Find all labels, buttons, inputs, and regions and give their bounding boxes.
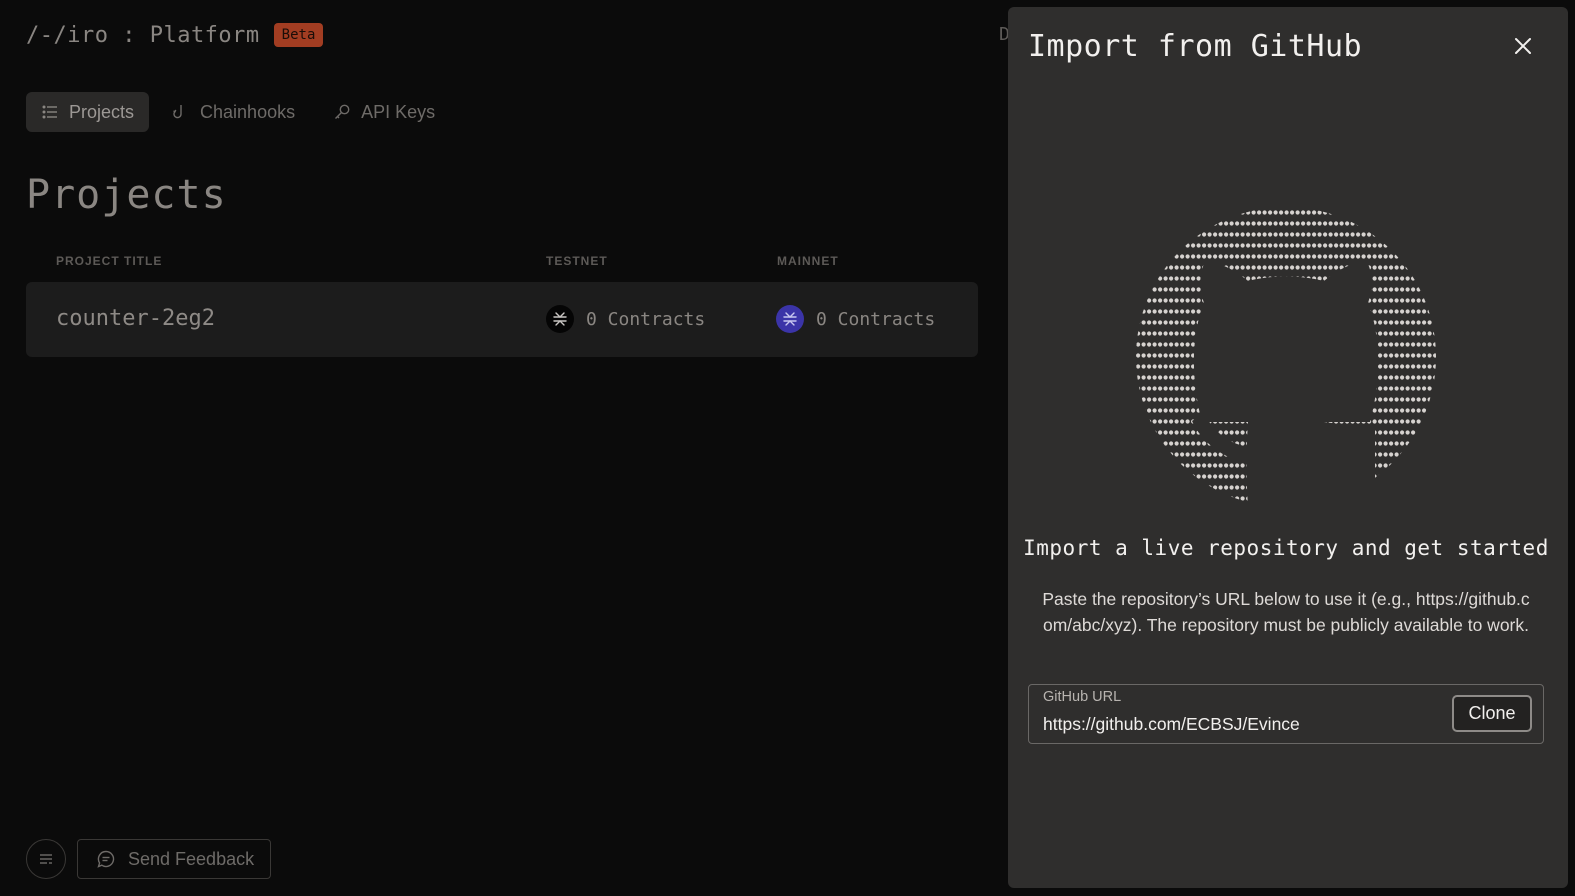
column-header-mainnet: MAINNET [777, 254, 839, 268]
testnet-count: 0 Contracts [586, 308, 706, 330]
nav-item-chainhooks[interactable]: Chainhooks [157, 92, 310, 132]
brand: /-/iro : Platform Beta [26, 20, 324, 50]
github-ascii-logo [1130, 207, 1442, 507]
import-drawer: Import from GitHub Import a live reposit… [1008, 7, 1568, 888]
send-feedback-button[interactable]: Send Feedback [77, 839, 272, 879]
nav-item-label: API Keys [361, 101, 436, 122]
beta-badge: Beta [273, 23, 324, 47]
key-icon [335, 104, 350, 119]
footer: Send Feedback [26, 839, 272, 879]
hook-icon [173, 105, 182, 119]
nav-item-label: Projects [69, 101, 135, 122]
mainnet-count: 0 Contracts [816, 308, 936, 330]
table-row[interactable]: counter-2eg2 0 Contracts 0 Contracts [26, 282, 978, 357]
stacks-mainnet-icon [776, 305, 804, 333]
close-icon [1515, 38, 1531, 54]
column-header-testnet: TESTNET [546, 254, 608, 268]
nav-item-api-keys[interactable]: API Keys [318, 92, 450, 132]
column-header-project-title: PROJECT TITLE [56, 254, 163, 268]
testnet-contracts: 0 Contracts [546, 305, 705, 333]
clone-button[interactable]: Clone [1452, 695, 1532, 732]
project-title: counter-2eg2 [56, 306, 215, 331]
menu-button[interactable] [26, 839, 66, 879]
page-title: Projects [26, 172, 227, 218]
nav-item-label: Chainhooks [200, 101, 296, 122]
stacks-testnet-icon [546, 305, 574, 333]
brand-name: /-/iro : Platform [26, 22, 260, 48]
send-feedback-label: Send Feedback [128, 848, 255, 869]
chat-bubble-icon [97, 850, 115, 868]
drawer-description: Paste the repository’s URL below to use … [1042, 589, 1530, 635]
drawer-title: Import from GitHub [1028, 29, 1363, 64]
list-icon [42, 105, 57, 119]
close-button[interactable] [1508, 31, 1538, 61]
github-url-label: GitHub URL [1043, 689, 1122, 705]
main-nav: Projects Chainhooks API Keys [26, 92, 450, 132]
drawer-heading: Import a live repository and get started [1023, 536, 1549, 560]
nav-item-projects[interactable]: Projects [26, 92, 150, 132]
mainnet-contracts: 0 Contracts [776, 305, 935, 333]
menu-icon [40, 854, 52, 864]
github-url-field: GitHub URL Clone [1028, 684, 1544, 744]
github-url-input[interactable] [1043, 712, 1443, 736]
